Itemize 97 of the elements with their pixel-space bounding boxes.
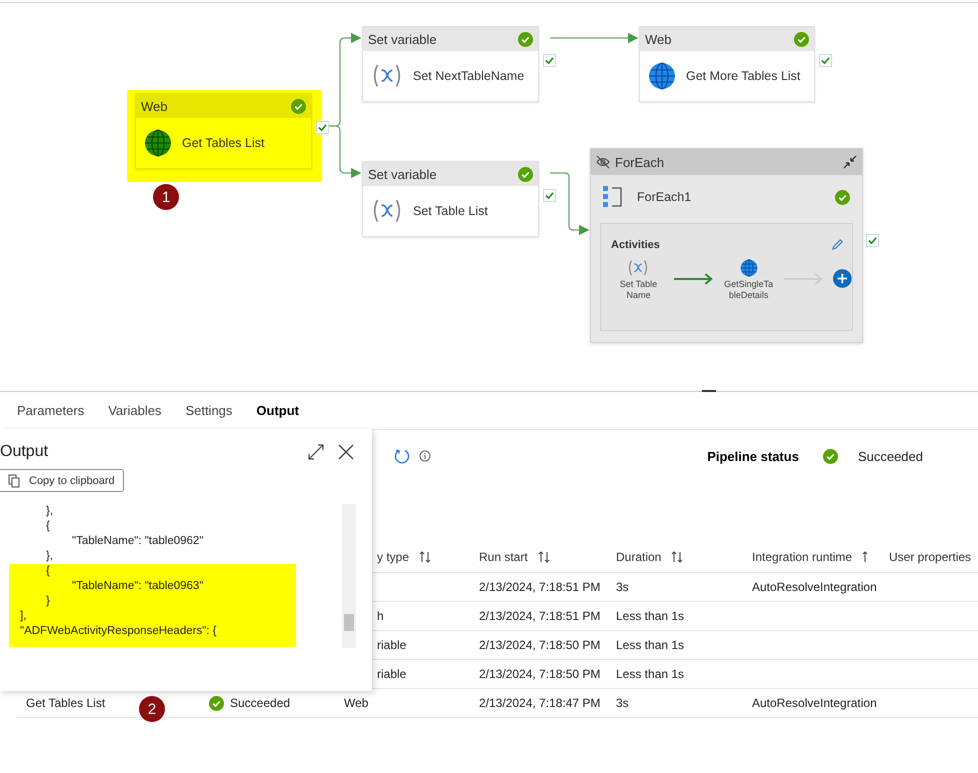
- add-icon[interactable]: [833, 269, 852, 288]
- success-icon: [822, 448, 838, 464]
- variable-icon: [371, 198, 403, 224]
- table-cell: Web: [344, 696, 368, 710]
- activity-node[interactable]: Web Get More Tables List: [639, 26, 815, 102]
- success-icon: [794, 32, 809, 46]
- table-cell: AutoResolveIntegration: [752, 696, 877, 710]
- arrow-icon: [674, 273, 714, 285]
- copy-button[interactable]: Copy to clipboard: [0, 469, 124, 492]
- code-line: }: [45, 594, 51, 609]
- resize-handle[interactable]: [702, 390, 716, 392]
- table-cell: 2/13/2024, 7:18:50 PM: [479, 667, 600, 681]
- success-icon: [518, 32, 533, 46]
- table-cell: 2/13/2024, 7:18:50 PM: [479, 638, 600, 652]
- collapse-icon[interactable]: [843, 155, 857, 169]
- success-port[interactable]: [866, 234, 879, 247]
- table-cell: 3s: [616, 580, 629, 594]
- code-line: },: [45, 504, 54, 519]
- activity-node[interactable]: Set variable Set Table List: [362, 161, 539, 237]
- dialog-title: Output: [0, 443, 48, 461]
- globe-icon: [740, 259, 758, 277]
- activity-type: Set variable: [368, 166, 437, 182]
- code-line: "ADFWebActivityResponseHeaders": {: [19, 624, 218, 639]
- sort-ascending-icon[interactable]: [862, 550, 868, 562]
- sort-icon[interactable]: [419, 550, 432, 562]
- column-header[interactable]: User properties: [889, 550, 972, 564]
- table-cell: h: [377, 609, 384, 623]
- code-line: {: [45, 519, 51, 534]
- activity-label: GetSingleTableDetails: [724, 279, 774, 301]
- table-cell: AutoResolveIntegration: [752, 580, 877, 594]
- code-line: "TableName": "table0962": [71, 534, 204, 549]
- table-cell: riable: [377, 638, 406, 652]
- arrow-icon: [784, 273, 824, 285]
- code-line: },: [45, 549, 54, 564]
- success-port[interactable]: [819, 54, 832, 67]
- success-port[interactable]: [316, 121, 329, 134]
- code-line: {: [45, 564, 51, 579]
- tab[interactable]: Variables: [108, 403, 162, 418]
- scrollbar[interactable]: [342, 504, 356, 648]
- success-icon: [835, 190, 850, 204]
- table-cell: Get Tables List: [26, 696, 106, 710]
- hidden-icon: [596, 155, 610, 169]
- step-badge: 2: [139, 696, 165, 722]
- table-cell: 2/13/2024, 7:18:51 PM: [479, 609, 600, 623]
- activity-type: ForEach: [615, 154, 664, 170]
- refresh-icon[interactable]: [394, 448, 410, 464]
- variable-icon: [371, 63, 403, 89]
- status-text: Succeeded: [230, 696, 290, 710]
- table-cell: Less than 1s: [616, 609, 684, 623]
- globe-icon: [144, 129, 172, 157]
- variable-icon: [627, 259, 650, 277]
- edit-icon[interactable]: [831, 238, 844, 251]
- sort-icon[interactable]: [538, 550, 551, 562]
- code-line: ],: [19, 609, 28, 624]
- copy-icon: [8, 474, 21, 488]
- column-header[interactable]: Integration runtime: [752, 550, 852, 564]
- column-header[interactable]: Run start: [479, 550, 528, 564]
- activity-name: ForEach1: [637, 190, 692, 204]
- activity-node[interactable]: Set variable Set NextTableName: [362, 26, 539, 102]
- activity-type: Set variable: [368, 32, 437, 46]
- step-badge: 1: [153, 184, 179, 210]
- expand-icon[interactable]: [308, 444, 324, 460]
- activity-name: Set Table List: [413, 204, 488, 218]
- foreach-icon: [603, 185, 623, 209]
- activity-type: Web: [645, 32, 672, 46]
- close-icon[interactable]: [338, 444, 354, 460]
- connector: [550, 172, 590, 236]
- info-icon[interactable]: [419, 450, 431, 462]
- section-title: Activities: [611, 238, 660, 250]
- activity-type: Web: [141, 98, 168, 114]
- foreach-container[interactable]: ForEach ForEach1 Activities Set Table Name GetSingleTableDetails: [590, 148, 863, 343]
- globe-icon: [648, 62, 676, 90]
- column-header[interactable]: Duration: [616, 550, 662, 564]
- table-cell: 3s: [616, 696, 629, 710]
- table-cell: 2/13/2024, 7:18:51 PM: [479, 580, 600, 594]
- column-header[interactable]: y type: [377, 550, 410, 564]
- activity-node[interactable]: Web Get Tables List: [135, 93, 312, 169]
- table-cell: Less than 1s: [616, 667, 684, 681]
- tab[interactable]: Output: [256, 403, 300, 418]
- tab[interactable]: Parameters: [17, 403, 84, 418]
- tab[interactable]: Settings: [185, 403, 232, 418]
- sort-icon[interactable]: [671, 550, 684, 562]
- code-line: "TableName": "table0963": [71, 579, 204, 594]
- success-icon: [291, 98, 306, 114]
- success-icon: [518, 166, 533, 182]
- success-port[interactable]: [543, 54, 556, 67]
- activity-name: Get More Tables List: [686, 68, 800, 84]
- activity-label: Set Table Name: [618, 278, 658, 301]
- pipeline-status-label: Pipeline status: [707, 448, 799, 464]
- success-port[interactable]: [543, 189, 556, 202]
- success-icon: [209, 696, 224, 710]
- pipeline-status-value: Succeeded: [858, 448, 923, 464]
- activity-name: Get Tables List: [182, 136, 264, 150]
- table-cell: riable: [377, 667, 406, 681]
- table-cell: Less than 1s: [616, 638, 684, 652]
- activity-name: Set NextTableName: [413, 68, 524, 84]
- table-cell: 2/13/2024, 7:18:47 PM: [479, 696, 600, 710]
